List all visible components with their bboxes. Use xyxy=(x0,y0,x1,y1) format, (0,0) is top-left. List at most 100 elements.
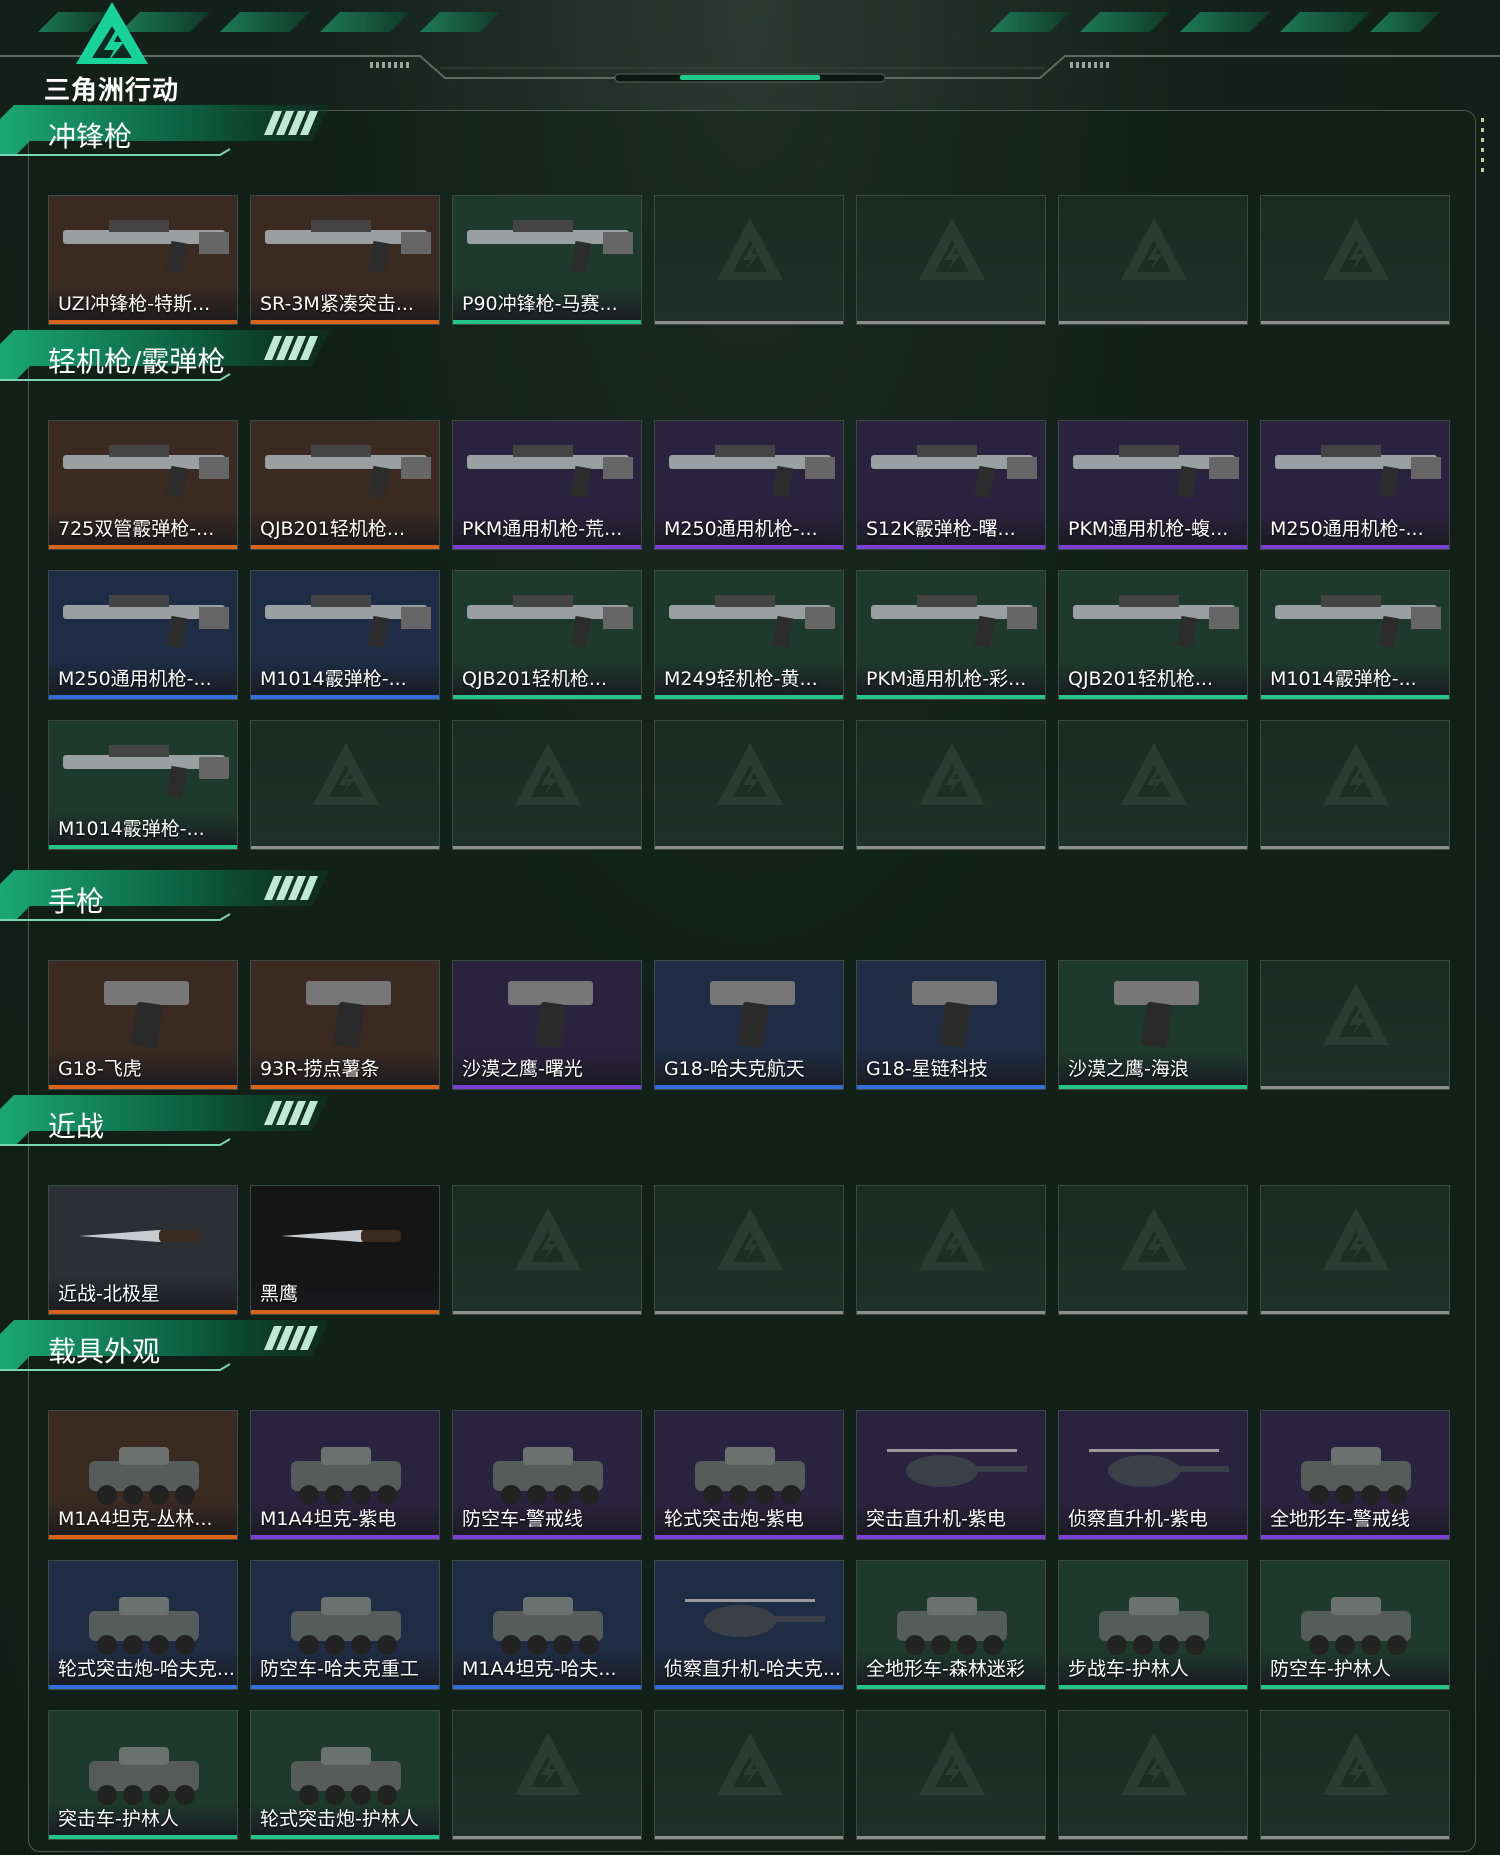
section-header: 载具外观 xyxy=(0,1320,330,1372)
rarity-bar xyxy=(1059,321,1247,324)
item-card[interactable]: G18-哈夫克航天 xyxy=(654,960,844,1090)
top-banner: 三角洲行动 xyxy=(0,0,1500,106)
rarity-bar xyxy=(1261,1086,1449,1089)
item-card[interactable]: M249轻机枪-黄... xyxy=(654,570,844,700)
item-label: 突击车-护林人 xyxy=(58,1808,179,1830)
rarity-bar xyxy=(251,1535,439,1539)
rarity-bar xyxy=(655,1836,843,1839)
item-label: 黑鹰 xyxy=(260,1283,299,1305)
rarity-bar xyxy=(251,695,439,699)
item-label: M250通用机枪-... xyxy=(1270,518,1424,540)
item-label: 沙漠之鹰-曙光 xyxy=(462,1058,583,1080)
item-card[interactable]: M1A4坦克-哈夫... xyxy=(452,1560,642,1690)
item-card[interactable]: 突击直升机-紫电 xyxy=(856,1410,1046,1540)
item-card[interactable]: G18-飞虎 xyxy=(48,960,238,1090)
item-card[interactable]: 全地形车-警戒线 xyxy=(1260,1410,1450,1540)
rarity-bar xyxy=(49,1535,237,1539)
item-card[interactable]: PKM通用机枪-荒... xyxy=(452,420,642,550)
rarity-bar xyxy=(1261,1535,1449,1539)
item-card[interactable]: SR-3M紧凑突击... xyxy=(250,195,440,325)
item-card[interactable]: G18-星链科技 xyxy=(856,960,1046,1090)
empty-slot xyxy=(856,1710,1046,1840)
item-label: M1014霰弹枪-... xyxy=(1270,668,1417,690)
item-label: QJB201轻机枪... xyxy=(1068,668,1213,690)
rarity-bar xyxy=(857,1685,1045,1689)
item-card[interactable]: 沙漠之鹰-曙光 xyxy=(452,960,642,1090)
item-label: 轮式突击炮-护林人 xyxy=(260,1808,419,1830)
item-card[interactable]: 黑鹰 xyxy=(250,1185,440,1315)
item-card[interactable]: 近战-北极星 xyxy=(48,1185,238,1315)
item-card[interactable]: M1014霰弹枪-... xyxy=(250,570,440,700)
item-card[interactable]: 轮式突击炮-哈夫克... xyxy=(48,1560,238,1690)
item-label: 轮式突击炮-紫电 xyxy=(664,1508,804,1530)
item-card[interactable]: 侦察直升机-紫电 xyxy=(1058,1410,1248,1540)
rarity-bar xyxy=(453,320,641,324)
item-card[interactable]: 全地形车-森林迷彩 xyxy=(856,1560,1046,1690)
item-card[interactable]: 防空车-护林人 xyxy=(1260,1560,1450,1690)
rarity-bar xyxy=(1261,1311,1449,1314)
section-header: 手枪 xyxy=(0,870,330,922)
item-card[interactable]: S12K霰弹枪-曙... xyxy=(856,420,1046,550)
rarity-bar xyxy=(1059,695,1247,699)
item-label: P90冲锋枪-马赛... xyxy=(462,293,618,315)
item-card[interactable]: QJB201轻机枪... xyxy=(1058,570,1248,700)
item-card[interactable]: M250通用机枪-... xyxy=(1260,420,1450,550)
item-label: UZI冲锋枪-特斯... xyxy=(58,293,211,315)
item-card[interactable]: M1014霰弹枪-... xyxy=(48,720,238,850)
item-card[interactable]: PKM通用机枪-蝮... xyxy=(1058,420,1248,550)
item-card[interactable]: M1A4坦克-紫电 xyxy=(250,1410,440,1540)
rarity-bar xyxy=(857,695,1045,699)
rarity-bar xyxy=(655,321,843,324)
item-card[interactable]: M250通用机枪-... xyxy=(48,570,238,700)
rarity-bar xyxy=(1059,1085,1247,1089)
item-card[interactable]: M1A4坦克-丛林... xyxy=(48,1410,238,1540)
empty-slot xyxy=(452,1185,642,1315)
empty-slot xyxy=(1260,195,1450,325)
rarity-bar xyxy=(251,1310,439,1314)
item-label: 沙漠之鹰-海浪 xyxy=(1068,1058,1189,1080)
item-card[interactable]: 防空车-警戒线 xyxy=(452,1410,642,1540)
rarity-bar xyxy=(1261,321,1449,324)
item-card[interactable]: 防空车-哈夫克重工 xyxy=(250,1560,440,1690)
rarity-bar xyxy=(1261,695,1449,699)
item-card[interactable]: M1014霰弹枪-... xyxy=(1260,570,1450,700)
item-label: M1A4坦克-丛林... xyxy=(58,1508,213,1530)
rarity-bar xyxy=(655,695,843,699)
rarity-bar xyxy=(857,1836,1045,1839)
rarity-bar xyxy=(1059,545,1247,549)
item-label: M1014霰弹枪-... xyxy=(260,668,407,690)
item-label: QJB201轻机枪... xyxy=(462,668,607,690)
scroll-indicator[interactable] xyxy=(1480,118,1486,178)
rarity-bar xyxy=(857,545,1045,549)
rarity-bar xyxy=(1059,1836,1247,1839)
item-card[interactable]: 沙漠之鹰-海浪 xyxy=(1058,960,1248,1090)
item-label: PKM通用机枪-荒... xyxy=(462,518,623,540)
rarity-bar xyxy=(49,1310,237,1314)
item-card[interactable]: 725双管霰弹枪-... xyxy=(48,420,238,550)
section-header: 冲锋枪 xyxy=(0,105,330,157)
item-card[interactable]: UZI冲锋枪-特斯... xyxy=(48,195,238,325)
item-card[interactable]: 步战车-护林人 xyxy=(1058,1560,1248,1690)
item-card[interactable]: QJB201轻机枪... xyxy=(452,570,642,700)
rarity-bar xyxy=(453,1085,641,1089)
item-card[interactable]: M250通用机枪-... xyxy=(654,420,844,550)
item-card[interactable]: 轮式突击炮-紫电 xyxy=(654,1410,844,1540)
rarity-bar xyxy=(1059,1685,1247,1689)
empty-slot xyxy=(654,1710,844,1840)
rarity-bar xyxy=(453,545,641,549)
rarity-bar xyxy=(453,846,641,849)
item-card[interactable]: 突击车-护林人 xyxy=(48,1710,238,1840)
empty-slot xyxy=(1058,720,1248,850)
item-label: M249轻机枪-黄... xyxy=(664,668,818,690)
item-card[interactable]: PKM通用机枪-彩... xyxy=(856,570,1046,700)
item-card[interactable]: QJB201轻机枪... xyxy=(250,420,440,550)
item-card[interactable]: P90冲锋枪-马赛... xyxy=(452,195,642,325)
rarity-bar xyxy=(251,1835,439,1839)
empty-slot xyxy=(1058,195,1248,325)
rarity-bar xyxy=(655,1085,843,1089)
item-card[interactable]: 侦察直升机-哈夫克... xyxy=(654,1560,844,1690)
rarity-bar xyxy=(655,1535,843,1539)
item-card[interactable]: 93R-捞点薯条 xyxy=(250,960,440,1090)
rarity-bar xyxy=(1059,846,1247,849)
item-card[interactable]: 轮式突击炮-护林人 xyxy=(250,1710,440,1840)
